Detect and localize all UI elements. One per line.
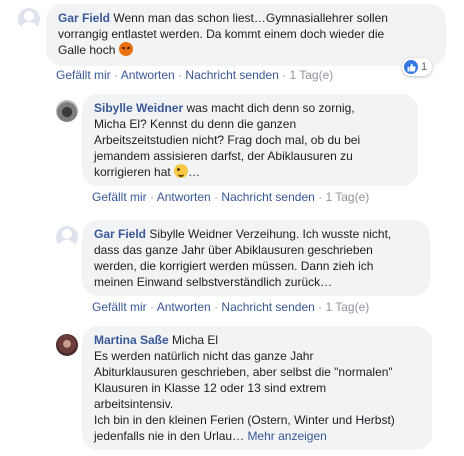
comment-text: jedenfalls nie in den Urlau… xyxy=(94,429,245,443)
reaction-count: 1 xyxy=(421,61,428,73)
comment-text: werden, die korrigiert werden müssen. Da… xyxy=(94,259,374,273)
reply-link[interactable]: Antworten xyxy=(157,190,211,204)
avatar[interactable] xyxy=(18,8,40,30)
avatar[interactable] xyxy=(56,226,78,248)
comment-text: Sibylle Weidner Verzeihung. Ich wusste n… xyxy=(149,227,392,241)
like-link[interactable]: Gefällt mir xyxy=(56,68,111,82)
comment-actions: Gefällt mir · Antworten · Nachricht send… xyxy=(92,190,370,204)
thumbs-up-icon xyxy=(404,60,418,74)
comment-text: vorrangig entlastet werden. Da kommt ein… xyxy=(58,27,385,41)
comment-bubble: Martina Saße Micha El Es werden natürlic… xyxy=(82,326,432,450)
timestamp[interactable]: 1 Tag(e) xyxy=(325,190,369,204)
comment-text: Abiturklausuren geschrieben, aber selbst… xyxy=(94,365,393,379)
author-name[interactable]: Sibylle Weidner xyxy=(94,101,183,115)
comment-text: jemandem assisieren darfst, der Abiklaus… xyxy=(94,149,353,163)
comment-text: korrigieren hat xyxy=(94,165,171,179)
comment-bubble: Gar Field Wenn man das schon liest…Gymna… xyxy=(46,4,446,66)
comment-text: dass das ganze Jahr über Abiklausuren ge… xyxy=(94,243,373,257)
ellipsis: … xyxy=(188,165,201,179)
timestamp[interactable]: 1 Tag(e) xyxy=(325,300,369,314)
avatar[interactable] xyxy=(56,334,78,356)
comment-text: Micha El? Kennst du denn die ganzen xyxy=(94,117,297,131)
comment-bubble: Gar Field Sibylle Weidner Verzeihung. Ic… xyxy=(82,220,430,296)
comment-text: Micha El xyxy=(172,333,219,347)
like-link[interactable]: Gefällt mir xyxy=(92,300,147,314)
message-link[interactable]: Nachricht senden xyxy=(221,190,314,204)
avatar[interactable] xyxy=(56,100,78,122)
comment-text: Ich bin in den kleinen Ferien (Ostern, W… xyxy=(94,413,395,427)
author-name[interactable]: Gar Field xyxy=(58,11,110,25)
author-name[interactable]: Martina Saße xyxy=(94,333,169,347)
comment-text: Es werden natürlich nicht das ganze Jahr xyxy=(94,349,314,363)
message-link[interactable]: Nachricht senden xyxy=(185,68,278,82)
comment-bubble: Sibylle Weidner was macht dich denn so z… xyxy=(82,94,418,186)
timestamp[interactable]: 1 Tag(e) xyxy=(289,68,333,82)
comment-text: Wenn man das schon liest…Gymnasiallehrer… xyxy=(113,11,388,25)
author-name[interactable]: Gar Field xyxy=(94,227,146,241)
reaction-badge[interactable]: 1 xyxy=(402,58,433,76)
comment-text: arbeitsintensiv. xyxy=(94,397,174,411)
show-more-link[interactable]: Mehr anzeigen xyxy=(247,429,326,443)
comment-actions: Gefällt mir · Antworten · Nachricht send… xyxy=(56,68,334,82)
like-link[interactable]: Gefällt mir xyxy=(92,190,147,204)
reply-link[interactable]: Antworten xyxy=(121,68,175,82)
comment-text: Galle hoch xyxy=(58,43,116,57)
comment-text: Arbeitszeitstudien nicht? Frag doch mal,… xyxy=(94,133,361,147)
winking-face-emoji xyxy=(174,164,189,178)
comment-text: was macht dich denn so zornig, xyxy=(186,101,355,115)
comment-actions: Gefällt mir · Antworten · Nachricht send… xyxy=(92,300,370,314)
angry-face-emoji xyxy=(118,42,133,56)
comment-text: meinen Einwand selbstverständlich zurück… xyxy=(94,275,333,289)
reply-link[interactable]: Antworten xyxy=(157,300,211,314)
message-link[interactable]: Nachricht senden xyxy=(221,300,314,314)
comment-text: Klausuren in Klasse 12 oder 13 sind extr… xyxy=(94,381,327,395)
